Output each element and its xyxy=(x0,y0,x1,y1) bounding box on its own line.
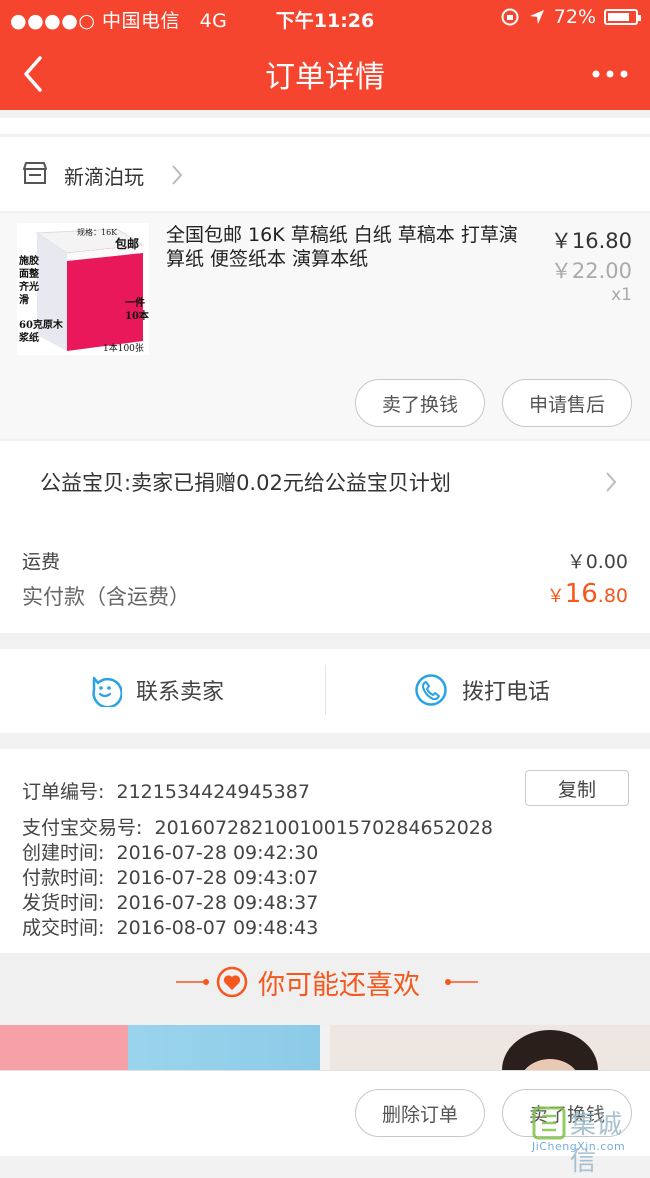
product-original-price: ￥22.00 xyxy=(550,259,632,283)
order-number-label: 订单编号: xyxy=(22,781,105,803)
image-weight-text: 60克原木浆纸 xyxy=(19,320,63,344)
paid-decimal: .80 xyxy=(597,585,628,607)
left-arrow-line-icon xyxy=(176,979,209,985)
product-quantity: x1 xyxy=(611,285,632,305)
store-row[interactable]: 新滴泊玩 xyxy=(0,137,650,211)
done-label: 成交时间: xyxy=(22,917,105,939)
order-info-section: 订单编号: 2121534424945387 复制 支付宝交易号: 201607… xyxy=(0,749,650,953)
recommend-title: 你可能还喜欢 xyxy=(258,970,420,1001)
paid-time-label: 付款时间: xyxy=(22,867,105,889)
order-number-row: 订单编号: 2121534424945387 xyxy=(22,777,310,804)
done-value: 2016-08-07 09:48:43 xyxy=(116,917,319,939)
alipay-label: 支付宝交易号: xyxy=(22,817,143,839)
alipay-value: 2016072821001001570284652028 xyxy=(154,817,493,839)
copy-button[interactable]: 复制 xyxy=(525,770,629,806)
paid-amount: ￥16.80 xyxy=(547,579,628,609)
done-row: 成交时间: 2016-08-07 09:48:43 xyxy=(22,913,318,940)
top-strip xyxy=(0,118,650,134)
phone-icon xyxy=(415,674,447,706)
shipping-label: 运费 xyxy=(22,551,61,573)
image-count-text: 1本100张 xyxy=(103,344,144,354)
created-label: 创建时间: xyxy=(22,842,105,864)
product-title[interactable]: 全国包邮 16K 草稿纸 白纸 草稿本 打草演算纸 便签纸本 演算本纸 xyxy=(166,223,536,271)
call-seller-button[interactable]: 拨打电话 xyxy=(414,673,550,707)
image-feature-text: 施胶面整齐光滑 xyxy=(19,256,39,306)
more-icon[interactable] xyxy=(590,62,630,86)
fees-section: 运费 ￥0.00 实付款（含运费） ￥16.80 xyxy=(0,521,650,633)
product-price: ￥16.80 xyxy=(550,229,632,253)
chevron-right-icon xyxy=(606,472,617,492)
watermark-logo-icon xyxy=(532,1106,566,1140)
paid-integer: 16 xyxy=(564,579,598,609)
contact-bar: 联系卖家 拨打电话 xyxy=(0,649,650,733)
recommend-header: 你可能还喜欢 xyxy=(0,953,650,1025)
paid-label: 实付款（含运费） xyxy=(22,585,190,609)
page-title: 订单详情 xyxy=(265,60,385,95)
order-number-value: 2121534424945387 xyxy=(116,781,310,803)
heart-circle-icon xyxy=(216,966,248,998)
status-right: 72% xyxy=(500,6,641,28)
alipay-row: 支付宝交易号: 2016072821001001570284652028 xyxy=(22,813,493,840)
watermark-url: JiChengXin.com xyxy=(532,1140,626,1153)
charity-text: 公益宝贝:卖家已捐赠0.02元给公益宝贝计划 xyxy=(40,471,451,495)
rotation-lock-icon xyxy=(501,8,519,26)
status-bar: ●●●●○ 中国电信 4G 下午11:26 72% xyxy=(0,0,650,36)
paid-currency: ￥ xyxy=(546,586,565,607)
contact-divider xyxy=(325,665,326,715)
shipped-label: 发货时间: xyxy=(22,892,105,914)
paid-time-row: 付款时间: 2016-07-28 09:43:07 xyxy=(22,863,318,890)
right-arrow-line-icon xyxy=(445,979,478,985)
battery-percent: 72% xyxy=(553,6,596,28)
shipped-row: 发货时间: 2016-07-28 09:48:37 xyxy=(22,888,318,915)
product-section: 规格：16K 包邮 施胶面整齐光滑 60克原木浆纸 一件10本 1本100张 全… xyxy=(0,213,650,439)
call-seller-label: 拨打电话 xyxy=(462,680,551,705)
shipped-value: 2016-07-28 09:48:37 xyxy=(116,892,319,914)
image-pack-text: 一件10本 xyxy=(125,298,149,322)
shipping-value: ￥0.00 xyxy=(566,551,628,573)
sell-for-cash-button[interactable]: 卖了换钱 xyxy=(355,379,485,427)
chevron-right-icon xyxy=(172,165,183,185)
created-value: 2016-07-28 09:42:30 xyxy=(116,842,319,864)
charity-row[interactable]: 公益宝贝:卖家已捐赠0.02元给公益宝贝计划 xyxy=(0,441,650,521)
image-spec-text: 规格：16K xyxy=(77,228,118,237)
store-name: 新滴泊玩 xyxy=(64,165,144,189)
contact-seller-button[interactable]: 联系卖家 xyxy=(88,673,224,707)
contact-seller-label: 联系卖家 xyxy=(136,680,225,705)
watermark: 集诚信 JiChengXin.com xyxy=(532,1104,644,1177)
battery-icon xyxy=(604,9,641,25)
paid-time-value: 2016-07-28 09:43:07 xyxy=(116,867,319,889)
image-freeship-text: 包邮 xyxy=(115,237,140,251)
top-bar: ●●●●○ 中国电信 4G 下午11:26 72% 订单详情 xyxy=(0,0,650,110)
chat-smile-icon xyxy=(92,676,122,707)
created-row: 创建时间: 2016-07-28 09:42:30 xyxy=(22,838,318,865)
apply-after-sale-button[interactable]: 申请售后 xyxy=(502,379,632,427)
delete-order-button[interactable]: 删除订单 xyxy=(355,1089,485,1137)
store-icon xyxy=(23,162,47,184)
product-image[interactable]: 规格：16K 包邮 施胶面整齐光滑 60克原木浆纸 一件10本 1本100张 xyxy=(17,223,149,355)
location-icon xyxy=(529,10,544,24)
